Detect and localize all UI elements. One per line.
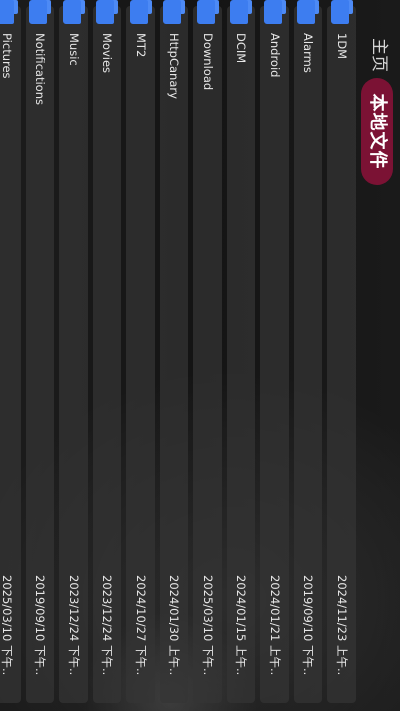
top-nav: 主页 本地文件 bbox=[358, 0, 400, 711]
file-row[interactable]: Android 2024/01/21 上午.. bbox=[258, 0, 292, 711]
folder-icon bbox=[230, 0, 253, 24]
folder-icon bbox=[63, 0, 85, 24]
file-row[interactable]: Movies 2023/12/24 下午.. bbox=[90, 0, 124, 711]
file-name: DCIM bbox=[234, 33, 249, 64]
file-date: 2025/03/10 下午.. bbox=[0, 575, 14, 676]
file-name: Notifications bbox=[33, 33, 48, 105]
folder-icon bbox=[0, 0, 18, 24]
file-date: 2019/09/10 下午.. bbox=[33, 575, 48, 676]
file-row[interactable]: Music 2023/12/24 下午.. bbox=[57, 0, 91, 711]
tab-local-files[interactable]: 本地文件 bbox=[361, 78, 393, 185]
file-name: Alarms bbox=[301, 33, 316, 73]
file-name: Android bbox=[268, 33, 282, 78]
file-name: Download bbox=[201, 33, 215, 91]
file-date: 2019/09/10 下午.. bbox=[301, 575, 316, 676]
folder-icon bbox=[331, 0, 353, 24]
folder-icon bbox=[197, 0, 219, 24]
file-date: 2024/01/21 上午.. bbox=[268, 575, 282, 676]
folder-icon bbox=[297, 0, 320, 24]
file-row[interactable]: HttpCanary 2024/01/30 上午.. bbox=[157, 0, 191, 711]
file-row[interactable]: Alarms 2019/09/10 下午.. bbox=[291, 0, 325, 711]
folder-icon bbox=[29, 0, 52, 24]
file-date: 2025/03/10 下午.. bbox=[201, 575, 215, 676]
file-row[interactable]: Pictures 2025/03/10 下午.. bbox=[0, 0, 23, 711]
file-name: HttpCanary bbox=[167, 33, 182, 99]
file-row[interactable]: DCIM 2024/01/15 上午.. bbox=[224, 0, 258, 711]
folder-icon bbox=[96, 0, 119, 24]
folder-icon bbox=[163, 0, 186, 24]
file-date: 2023/12/24 下午.. bbox=[100, 575, 115, 676]
file-row[interactable]: MT2 2024/10/27 下午.. bbox=[124, 0, 158, 711]
file-name: Music bbox=[67, 33, 81, 66]
file-date: 2024/11/23 上午.. bbox=[335, 575, 349, 676]
file-row[interactable]: 1DM 2024/11/23 上午.. bbox=[325, 0, 359, 711]
folder-icon bbox=[130, 0, 152, 24]
file-date: 2024/01/30 上午.. bbox=[167, 575, 182, 676]
file-name: MT2 bbox=[134, 33, 148, 58]
file-row[interactable]: Download 2025/03/10 下午.. bbox=[191, 0, 225, 711]
file-name: Pictures bbox=[0, 33, 14, 79]
file-date: 2024/10/27 下午.. bbox=[134, 575, 148, 676]
file-name: Movies bbox=[100, 33, 115, 74]
file-date: 2024/01/15 上午.. bbox=[234, 575, 249, 676]
file-row[interactable]: Notifications 2019/09/10 下午.. bbox=[23, 0, 57, 711]
file-date: 2023/12/24 下午.. bbox=[67, 575, 81, 676]
tab-home[interactable]: 主页 bbox=[368, 38, 390, 72]
file-list: 1DM 2024/11/23 上午.. Alarms 2019/09/10 下午.. A… bbox=[0, 0, 358, 711]
folder-icon bbox=[264, 0, 286, 24]
file-name: 1DM bbox=[335, 33, 349, 60]
rotated-view: 主页 本地文件 1DM 2024/11/23 上午.. Alarms 2019/09/… bbox=[0, 0, 400, 711]
